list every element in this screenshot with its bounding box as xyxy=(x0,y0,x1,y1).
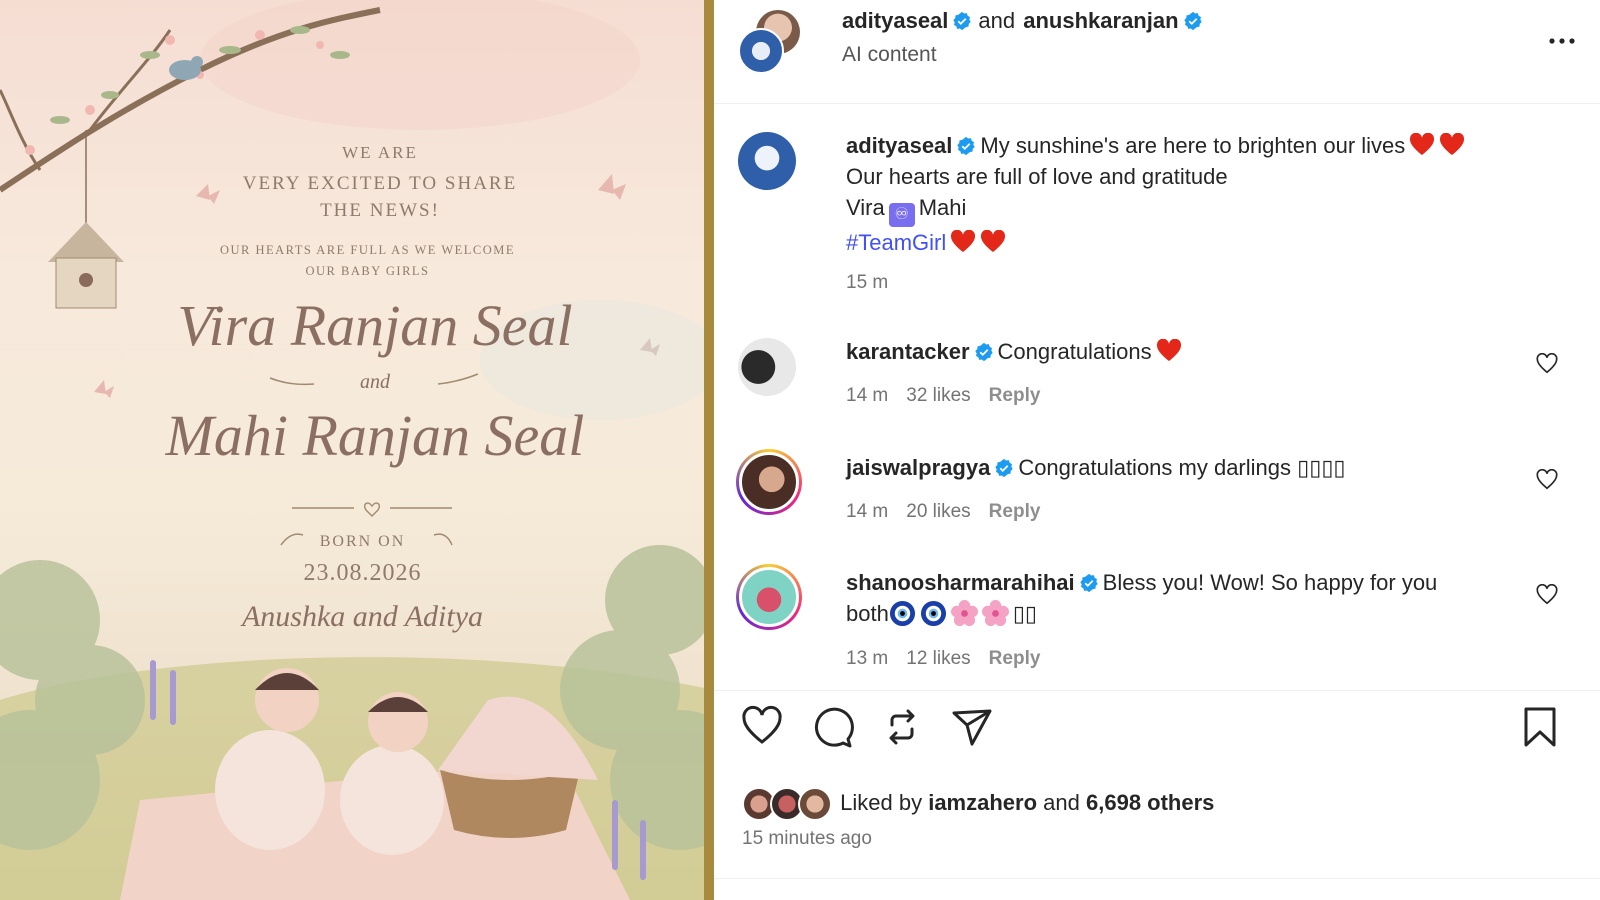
baby-name-2: Mahi Ranjan Seal xyxy=(165,403,585,468)
invite-welcome-line: Our hearts are full as we welcome xyxy=(219,243,516,257)
comment-likes[interactable]: 32 likes xyxy=(906,385,970,406)
avatar-karantacker[interactable] xyxy=(738,338,796,396)
cherry-blossom-icon xyxy=(950,600,978,627)
invite-intro-line: We are xyxy=(342,143,418,162)
invite-headline: very excited to share the news! xyxy=(0,170,714,224)
comment-text: karantacker Congratulations xyxy=(846,336,1536,367)
avatar-photo xyxy=(739,567,799,627)
likes-summary: Liked by iamzahero and 6,698 others xyxy=(742,787,1214,821)
nazar-amulet-icon xyxy=(889,600,915,627)
comment-username[interactable]: shanoosharmarahihai xyxy=(846,570,1075,595)
share-icon[interactable] xyxy=(950,705,994,749)
like-comment-heart-icon[interactable] xyxy=(1536,353,1558,375)
invite-and: and xyxy=(360,371,390,393)
comment-time[interactable]: 14 m xyxy=(846,501,888,522)
comment-meta: 14 m 20 likes Reply xyxy=(846,501,1058,523)
red-heart-icon xyxy=(1410,133,1435,155)
collab-usernames: adityaseal and anushkaranjan xyxy=(842,8,1207,34)
caption-time[interactable]: 15 m xyxy=(846,272,888,293)
comment-meta: 13 m 12 likes Reply xyxy=(846,648,1058,670)
caption-text: adityaseal My sunshine's are here to brig… xyxy=(846,130,1536,258)
baby-name-1: Vira Ranjan Seal xyxy=(177,293,573,358)
comment-likes[interactable]: 12 likes xyxy=(906,648,970,669)
comment-body-cont: both xyxy=(846,601,889,626)
header-username[interactable]: adityaseal xyxy=(842,8,948,33)
red-heart-icon xyxy=(1156,339,1181,361)
infinity-icon: ♾ xyxy=(888,203,915,227)
verified-badge-icon xyxy=(957,136,976,156)
verified-badge-icon xyxy=(1079,573,1098,593)
liked-by-user[interactable]: iamzahero xyxy=(928,790,1037,815)
liked-by-others[interactable]: 6,698 others xyxy=(1086,790,1214,815)
comment-body: Congratulations xyxy=(997,339,1152,364)
header-username[interactable]: anushkaranjan xyxy=(1023,8,1178,33)
caption-name: Vira xyxy=(846,195,885,220)
missing-glyphs: ▯▯ xyxy=(1012,601,1038,626)
invite-headline-line: the news! xyxy=(320,200,440,221)
nazar-amulet-icon xyxy=(920,600,946,627)
birth-date: 23.08.2026 xyxy=(303,560,422,586)
avatar-adityaseal[interactable] xyxy=(738,132,796,190)
caption-meta: 15 m xyxy=(846,272,906,294)
ai-content-label[interactable]: AI content xyxy=(842,43,937,67)
hashtag-link[interactable]: #TeamGirl xyxy=(846,230,946,255)
reply-button[interactable]: Reply xyxy=(989,385,1041,406)
avatar-shanoosharmarahihai[interactable] xyxy=(736,564,802,630)
divider xyxy=(714,878,1600,879)
comment-username[interactable]: karantacker xyxy=(846,339,970,364)
post-header: adityaseal and anushkaranjan AI content xyxy=(714,0,1600,104)
avatar-jaiswalpragya[interactable] xyxy=(736,449,802,515)
avatar-photo xyxy=(739,452,799,512)
bookmark-icon[interactable] xyxy=(1518,705,1562,749)
verified-badge-icon xyxy=(953,11,972,31)
comment-meta: 14 m 32 likes Reply xyxy=(846,385,1058,407)
like-comment-heart-icon[interactable] xyxy=(1536,469,1558,491)
invite-welcome-text: Our hearts are full as we welcome our ba… xyxy=(0,240,714,282)
liked-by-joiner: and xyxy=(1043,789,1080,815)
invite-welcome-line: our baby girls xyxy=(305,264,430,278)
post-timestamp[interactable]: 15 minutes ago xyxy=(742,828,872,850)
caption-line: Our hearts are full of love and gratitud… xyxy=(846,164,1228,189)
post-action-bar xyxy=(714,690,1600,786)
born-on-label: Born on xyxy=(319,533,406,550)
verified-badge-icon xyxy=(995,458,1013,478)
invitation-image: We are very excited to share the news! O… xyxy=(0,0,714,900)
comment-username[interactable]: jaiswalpragya xyxy=(846,455,990,480)
caption-username[interactable]: adityaseal xyxy=(846,133,952,158)
like-comment-heart-icon[interactable] xyxy=(1536,584,1558,606)
invite-headline-line: very excited to share xyxy=(242,173,518,194)
comment-icon[interactable] xyxy=(810,705,854,749)
frame-edge xyxy=(704,0,714,900)
comment-text: shanoosharmarahihai Bless you! Wow! So ha… xyxy=(846,567,1536,629)
avatar-adityaseal[interactable] xyxy=(738,28,784,74)
liked-by-text: Liked by xyxy=(840,789,923,815)
like-heart-icon[interactable] xyxy=(740,705,784,749)
comment-body: Congratulations my darlings ▯▯▯▯ xyxy=(1018,455,1346,480)
comment-time[interactable]: 13 m xyxy=(846,648,888,669)
liker-avatars xyxy=(742,787,834,821)
cherry-blossom-icon xyxy=(981,600,1009,627)
more-horizontal-icon[interactable] xyxy=(1547,26,1577,56)
verified-badge-icon xyxy=(1183,11,1202,31)
post-panel: adityaseal and anushkaranjan AI content a… xyxy=(714,0,1600,900)
comment-time[interactable]: 14 m xyxy=(846,385,888,406)
caption-line: My sunshine's are here to brighten our l… xyxy=(980,133,1406,158)
reply-button[interactable]: Reply xyxy=(989,501,1041,522)
red-heart-icon xyxy=(1440,133,1465,155)
comment-body: Bless you! Wow! So happy for you xyxy=(1102,570,1438,595)
repost-icon[interactable] xyxy=(880,705,924,749)
caption-name: Mahi xyxy=(918,195,967,220)
liker-avatar xyxy=(798,787,832,821)
red-heart-icon xyxy=(981,230,1006,252)
comment-likes[interactable]: 20 likes xyxy=(906,501,970,522)
comment-text: jaiswalpragya Congratulations my darlings… xyxy=(846,452,1536,483)
header-and: and xyxy=(978,8,1016,33)
parents-signature: Anushka and Aditya xyxy=(241,600,484,633)
reply-button[interactable]: Reply xyxy=(989,648,1041,669)
verified-badge-icon xyxy=(974,342,993,362)
red-heart-icon xyxy=(951,230,976,252)
